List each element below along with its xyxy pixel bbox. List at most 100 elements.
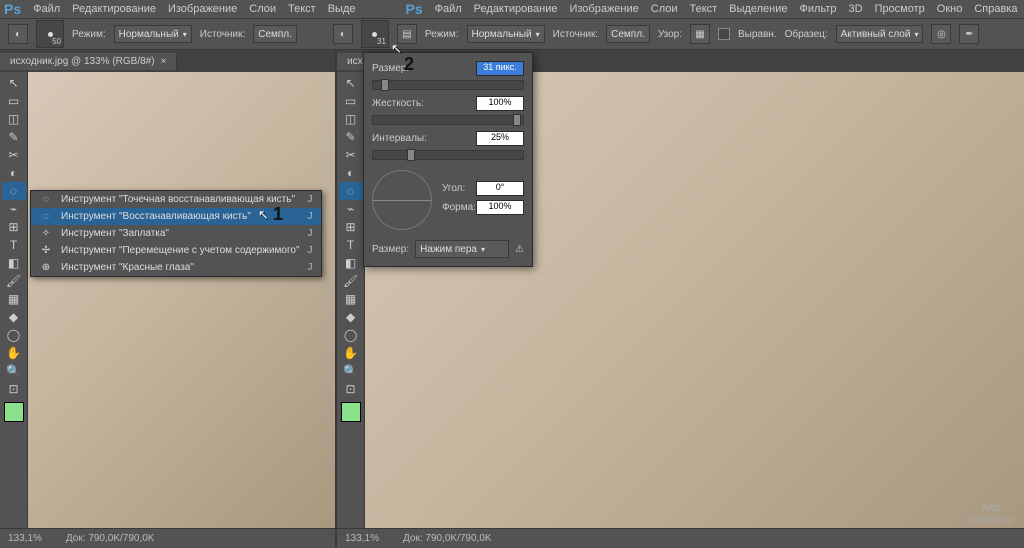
tool-7[interactable]: ⌁ (2, 200, 26, 218)
brush-preview-r[interactable]: 31 (361, 20, 389, 48)
menu-text-l[interactable]: Текст (288, 3, 316, 15)
flyout-item-icon: ◌ (39, 194, 53, 205)
tool-5[interactable]: ◐ (339, 164, 363, 182)
brush-preview-l[interactable]: 50 (36, 20, 64, 48)
doc-value-l: 790,0K/790,0K (88, 533, 154, 544)
tool-16[interactable]: 🔍 (339, 362, 363, 380)
tool-7[interactable]: ⌁ (339, 200, 363, 218)
source-label: Источник: (553, 29, 598, 40)
size-input[interactable]: 31 пикс. (476, 61, 524, 76)
tool-8[interactable]: ⊞ (2, 218, 26, 236)
tool-2[interactable]: ◫ (2, 110, 26, 128)
mode-select[interactable]: Нормальный▾ (467, 25, 545, 43)
angle-widget[interactable] (372, 170, 432, 230)
canvas-l[interactable] (28, 72, 335, 528)
tool-2[interactable]: ◫ (339, 110, 363, 128)
menu-file[interactable]: Файл (435, 3, 462, 15)
menu-3d[interactable]: 3D (848, 3, 862, 15)
form-input[interactable]: 100% (476, 200, 524, 215)
mode-value-l: Нормальный (119, 29, 179, 40)
tool-13[interactable]: ◆ (2, 308, 26, 326)
mode-select-l[interactable]: Нормальный▾ (114, 25, 192, 43)
tool-12[interactable]: ▦ (339, 290, 363, 308)
flyout-item[interactable]: ⊕Инструмент "Красные глаза"J (31, 259, 321, 276)
tool-4[interactable]: ✂ (339, 146, 363, 164)
menu-select-l[interactable]: Выде (328, 3, 356, 15)
tool-1[interactable]: ▭ (339, 92, 363, 110)
tool-17[interactable]: ⊡ (2, 380, 26, 398)
spacing-input[interactable]: 25% (476, 131, 524, 146)
close-tab-icon-l[interactable]: × (161, 56, 167, 67)
tool-12[interactable]: ▦ (2, 290, 26, 308)
toolbox-l: ↖▭◫✎✂◐◌⌁⊞T◧🖌▦◆◯✋🔍⊡ (0, 72, 28, 528)
tool-13[interactable]: ◆ (339, 308, 363, 326)
zoom-value-r[interactable]: 133,1% (345, 533, 379, 544)
menu-layers-l[interactable]: Слои (249, 3, 276, 15)
tool-presets-icon-r[interactable]: ◐ (333, 24, 353, 44)
tool-0[interactable]: ↖ (339, 74, 363, 92)
menu-text[interactable]: Текст (690, 3, 718, 15)
hardness-input[interactable]: 100% (476, 96, 524, 111)
flyout-item[interactable]: ✢Инструмент "Перемещение с учетом содерж… (31, 242, 321, 259)
tool-0[interactable]: ↖ (2, 74, 26, 92)
tool-16[interactable]: 🔍 (2, 362, 26, 380)
tool-9[interactable]: T (2, 236, 26, 254)
tool-3[interactable]: ✎ (2, 128, 26, 146)
tool-6[interactable]: ◌ (339, 182, 363, 200)
tool-14[interactable]: ◯ (339, 326, 363, 344)
tool-4[interactable]: ✂ (2, 146, 26, 164)
menu-file-l[interactable]: Файл (33, 3, 60, 15)
aligned-checkbox[interactable] (718, 28, 730, 40)
tool-17[interactable]: ⊡ (339, 380, 363, 398)
angle-input[interactable]: 0° (476, 181, 524, 196)
tool-10[interactable]: ◧ (339, 254, 363, 272)
form-label: Форма: (442, 202, 476, 213)
tool-3[interactable]: ✎ (339, 128, 363, 146)
menu-select[interactable]: Выделение (729, 3, 787, 15)
tool-11[interactable]: 🖌 (339, 272, 363, 290)
menu-layers[interactable]: Слои (651, 3, 678, 15)
foreground-swatch[interactable] (4, 402, 24, 422)
zoom-value-l[interactable]: 133,1% (8, 533, 42, 544)
pressure-select[interactable]: Нажим пера▾ (415, 240, 509, 258)
sample-select[interactable]: Активный слой▾ (836, 25, 924, 43)
menu-image-l[interactable]: Изображение (168, 3, 237, 15)
flyout-item-label: Инструмент "Красные глаза" (61, 262, 194, 273)
tool-5[interactable]: ◐ (2, 164, 26, 182)
document-tab-l[interactable]: исходник.jpg @ 133% (RGB/8#) × (0, 53, 177, 70)
tool-6[interactable]: ◌ (2, 182, 26, 200)
spacing-label: Интервалы: (372, 133, 427, 144)
warning-icon: ⚠ (515, 244, 524, 255)
tool-presets-icon[interactable]: ◐ (8, 24, 28, 44)
tool-15[interactable]: ✋ (2, 344, 26, 362)
brush-size-num-l: 50 (52, 37, 61, 46)
tool-8[interactable]: ⊞ (339, 218, 363, 236)
menu-image[interactable]: Изображение (569, 3, 638, 15)
menu-help[interactable]: Справка (974, 3, 1017, 15)
flyout-item[interactable]: ✧Инструмент "Заплатка"J (31, 225, 321, 242)
ignore-adjust-icon[interactable]: ◎ (931, 24, 951, 44)
menu-window[interactable]: Окно (937, 3, 963, 15)
tool-14[interactable]: ◯ (2, 326, 26, 344)
foreground-swatch[interactable] (341, 402, 361, 422)
menu-filter[interactable]: Фильтр (800, 3, 837, 15)
brush-settings-panel: Размер: 31 пикс. Жесткость: 100% Интерва… (363, 52, 533, 267)
tool-10[interactable]: ◧ (2, 254, 26, 272)
menu-edit[interactable]: Редактирование (474, 3, 558, 15)
menu-view[interactable]: Просмотр (875, 3, 925, 15)
size-slider[interactable] (372, 80, 524, 90)
spacing-slider[interactable] (372, 150, 524, 160)
menu-edit-l[interactable]: Редактирование (72, 3, 156, 15)
pressure-icon[interactable]: ✒ (959, 24, 979, 44)
pattern-picker[interactable]: ▦ (690, 24, 710, 44)
flyout-item-key: J (308, 194, 313, 205)
hardness-slider[interactable] (372, 115, 524, 125)
source-select-l[interactable]: Семпл. (253, 25, 297, 43)
source-select[interactable]: Семпл. (606, 25, 650, 43)
footer-size-label: Размер: (372, 244, 409, 255)
tool-1[interactable]: ▭ (2, 92, 26, 110)
tool-11[interactable]: 🖌 (2, 272, 26, 290)
tool-15[interactable]: ✋ (339, 344, 363, 362)
cursor-icon-2: ↖ (391, 41, 402, 57)
tool-9[interactable]: T (339, 236, 363, 254)
